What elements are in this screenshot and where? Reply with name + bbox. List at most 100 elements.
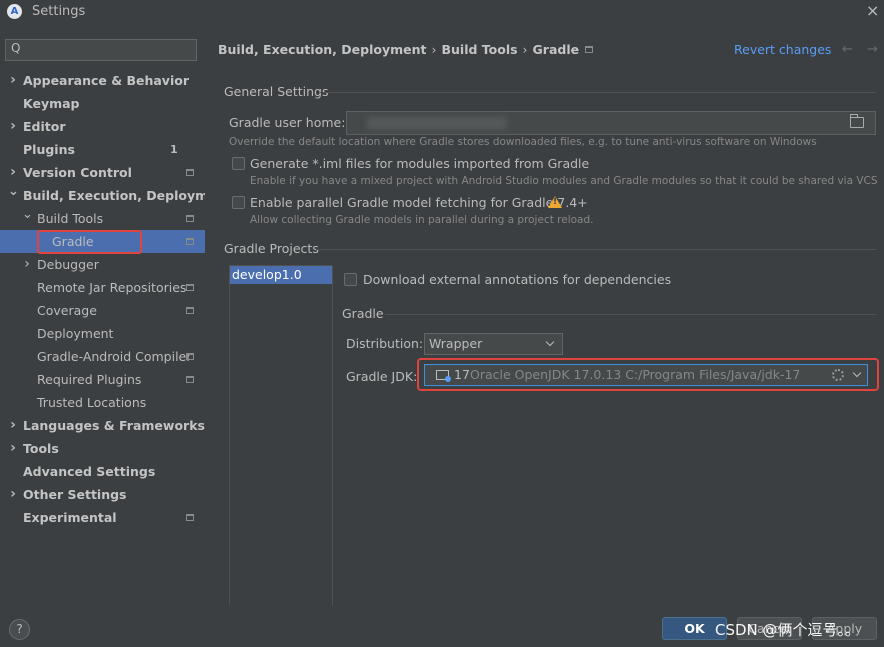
sidebar-item[interactable]: Gradle-Android Compiler	[0, 345, 205, 368]
chevron-right-icon[interactable]: ›	[8, 483, 18, 506]
distribution-value: Wrapper	[429, 336, 483, 351]
gradle-user-home-field[interactable]	[346, 111, 876, 135]
count-badge: 1	[170, 143, 178, 156]
chevron-right-icon[interactable]: ›	[8, 115, 18, 138]
distribution-select[interactable]: Wrapper	[424, 333, 563, 355]
project-scope-icon	[186, 284, 194, 291]
chevron-down-icon[interactable]: ⌄	[22, 203, 33, 226]
dialog-footer: ? OK Cancel Apply CSDN @俩个逗号。。	[0, 605, 884, 647]
gradle-projects-list: develop1.0	[229, 265, 333, 619]
project-scope-icon	[186, 353, 194, 360]
chevron-down-icon[interactable]: ⌄	[8, 180, 19, 203]
title-bar: A Settings ×	[0, 0, 884, 26]
gradle-user-home-label: Gradle user home:	[229, 115, 346, 130]
sidebar-item[interactable]: › Appearance & Behavior	[0, 69, 205, 92]
back-arrow-icon[interactable]: ←	[842, 42, 853, 57]
sidebar-item[interactable]: Experimental	[0, 506, 205, 529]
sidebar-item-label: Languages & Frameworks	[23, 418, 205, 433]
sidebar-item[interactable]: ⌄ Build Tools	[0, 207, 205, 230]
sidebar-item-label: Version Control	[23, 165, 132, 180]
gradle-user-home-hint: Override the default location where Grad…	[229, 136, 817, 148]
jdk-version: 17	[454, 367, 470, 382]
sidebar-item-label: Build, Execution, Deployment	[23, 188, 232, 203]
breadcrumb-item: Gradle	[532, 42, 580, 57]
download-annotations-checkbox[interactable]	[344, 273, 357, 286]
settings-sidebar: Q › Appearance & Behavior Keymap › Editor Plu…	[0, 30, 231, 605]
sidebar-item-label: Build Tools	[37, 211, 104, 226]
warning-icon	[548, 196, 562, 208]
sidebar-item-label: Required Plugins	[37, 372, 142, 387]
download-annotations-label[interactable]: Download external annotations for depend…	[363, 272, 671, 287]
chevron-down-icon	[545, 337, 555, 347]
sidebar-item-label: Advanced Settings	[23, 464, 156, 479]
project-scope-icon	[186, 169, 194, 176]
forward-arrow-icon[interactable]: →	[867, 42, 878, 57]
project-scope-icon	[186, 376, 194, 383]
revert-changes-link[interactable]: Revert changes	[734, 42, 831, 57]
project-scope-icon	[186, 307, 194, 314]
sidebar-item[interactable]: › Version Control	[0, 161, 205, 184]
sidebar-item-label: Experimental	[23, 510, 117, 525]
jdk-path: Oracle OpenJDK 17.0.13 C:/Program Files/…	[470, 367, 801, 382]
sidebar-item-label: Editor	[23, 119, 66, 134]
sidebar-item[interactable]: Coverage	[0, 299, 205, 322]
sidebar-item[interactable]: Deployment	[0, 322, 205, 345]
csdn-watermark: CSDN @俩个逗号。。	[715, 621, 861, 639]
generate-iml-hint: Enable if you have a mixed project with …	[250, 175, 878, 187]
parallel-fetching-label[interactable]: Enable parallel Gradle model fetching fo…	[250, 195, 588, 210]
list-item[interactable]: develop1.0	[230, 266, 332, 284]
sidebar-item-label: Debugger	[37, 257, 99, 272]
sidebar-item[interactable]: Remote Jar Repositories	[0, 276, 205, 299]
loading-spinner-icon	[832, 369, 844, 381]
sidebar-item[interactable]: Keymap	[0, 92, 205, 115]
project-scope-icon	[186, 514, 194, 521]
section-divider	[320, 92, 876, 93]
sidebar-item[interactable]: Advanced Settings	[0, 460, 205, 483]
sidebar-item[interactable]: › Debugger	[0, 253, 205, 276]
project-scope-icon	[585, 46, 594, 53]
chevron-right-icon[interactable]: ›	[8, 69, 18, 92]
search-input[interactable]: Q	[5, 39, 197, 61]
folder-icon[interactable]	[850, 114, 864, 128]
sidebar-item[interactable]: › Languages & Frameworks	[0, 414, 205, 437]
sidebar-item[interactable]: › Other Settings	[0, 483, 205, 506]
gradle-projects-title: Gradle Projects	[224, 241, 319, 256]
breadcrumb-separator: ›	[431, 42, 437, 57]
section-divider	[385, 314, 876, 315]
sidebar-item-label: Plugins	[23, 142, 75, 157]
parallel-fetching-checkbox[interactable]	[232, 196, 245, 209]
sidebar-item[interactable]: Trusted Locations	[0, 391, 205, 414]
sidebar-item[interactable]: Plugins 1	[0, 138, 205, 161]
generate-iml-checkbox[interactable]	[232, 157, 245, 170]
breadcrumb-item[interactable]: Build Tools	[441, 42, 517, 57]
help-button[interactable]: ?	[9, 619, 30, 640]
blurred-path	[367, 117, 507, 129]
search-icon: Q	[11, 41, 21, 55]
chevron-right-icon[interactable]: ›	[22, 253, 32, 276]
project-scope-icon	[186, 215, 194, 222]
project-scope-icon	[186, 238, 194, 245]
chevron-down-icon	[852, 368, 862, 378]
sidebar-item-label: Deployment	[37, 326, 114, 341]
sidebar-item-label: Appearance & Behavior	[23, 73, 189, 88]
sidebar-item-label: Remote Jar Repositories	[37, 280, 187, 295]
chevron-right-icon[interactable]: ›	[8, 437, 18, 460]
breadcrumb-separator: ›	[522, 42, 528, 57]
gradle-jdk-label: Gradle JDK:	[346, 369, 418, 384]
sidebar-item-label: Gradle-Android Compiler	[37, 349, 192, 364]
sidebar-item[interactable]: › Tools	[0, 437, 205, 460]
close-icon[interactable]: ×	[866, 1, 879, 20]
general-settings-title: General Settings	[224, 84, 329, 99]
gradle-section-title: Gradle	[342, 306, 384, 321]
sidebar-item[interactable]: Gradle	[0, 230, 205, 254]
sidebar-item[interactable]: › Editor	[0, 115, 205, 138]
generate-iml-label[interactable]: Generate *.iml files for modules importe…	[250, 156, 589, 171]
breadcrumb-item[interactable]: Build, Execution, Deployment	[218, 42, 426, 57]
jdk-folder-icon	[436, 370, 451, 382]
section-divider	[316, 249, 876, 250]
window-title: Settings	[32, 4, 86, 19]
gradle-jdk-select[interactable]: 17 Oracle OpenJDK 17.0.13 C:/Program Fil…	[424, 364, 868, 386]
gradle-highlight-box	[37, 230, 142, 254]
sidebar-item[interactable]: Required Plugins	[0, 368, 205, 391]
chevron-right-icon[interactable]: ›	[8, 414, 18, 437]
